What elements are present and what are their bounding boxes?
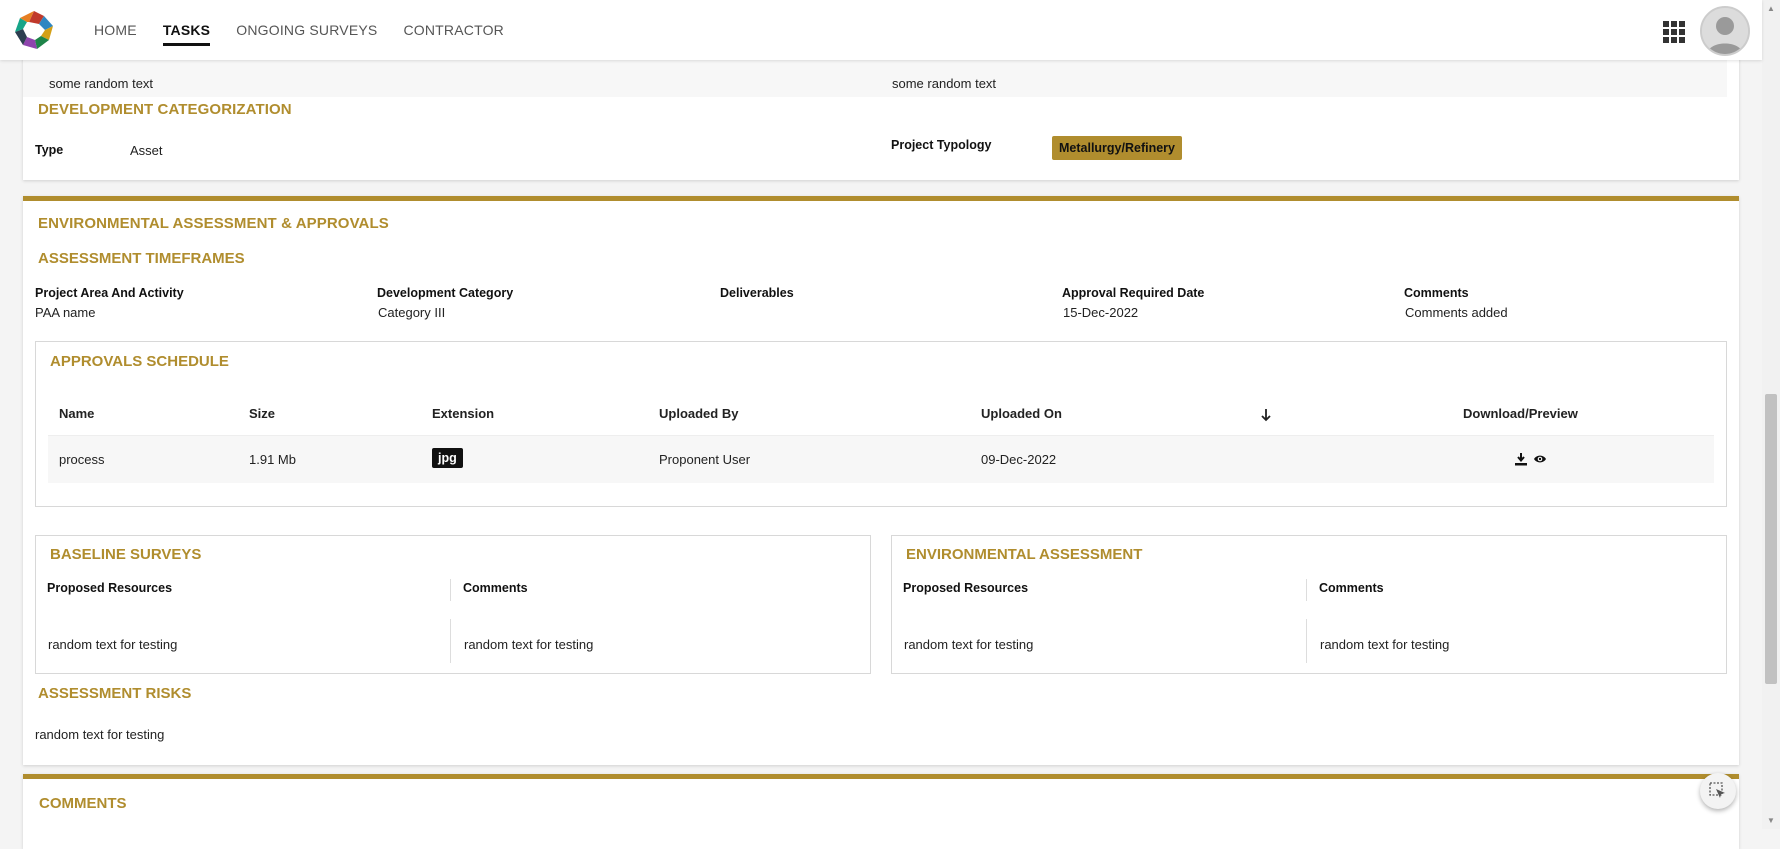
col-header-size[interactable]: Size — [249, 406, 275, 421]
main-nav: HOME TASKS ONGOING SURVEYS CONTRACTOR — [94, 0, 504, 60]
assessment-risks-title: ASSESSMENT RISKS — [38, 685, 192, 702]
cursor-select-icon — [1709, 782, 1725, 798]
tf-value-development-category: Category III — [378, 305, 446, 320]
envassess-col-proposed-resources: Proposed Resources — [903, 581, 1029, 595]
tf-value-comments: Comments added — [1405, 305, 1508, 320]
project-typology-label: Project Typology — [891, 138, 992, 152]
tf-label-project-area: Project Area And Activity — [35, 286, 184, 300]
environmental-assessment-card: ENVIRONMENTAL ASSESSMENT & APPROVALS ASS… — [23, 196, 1739, 765]
cell-uploaded-on: 09-Dec-2022 — [981, 452, 1057, 467]
user-avatar[interactable] — [1700, 6, 1750, 56]
apps-grid-icon[interactable] — [1663, 21, 1685, 43]
tf-label-comments: Comments — [1404, 286, 1469, 300]
nav-contractor[interactable]: CONTRACTOR — [403, 14, 504, 46]
nav-home[interactable]: HOME — [94, 14, 137, 46]
project-typology-badge: Metallurgy/Refinery — [1052, 136, 1183, 160]
col-header-uploaded-by[interactable]: Uploaded By — [659, 406, 738, 421]
scroll-up-arrow-icon[interactable]: ▲ — [1767, 4, 1775, 13]
envassess-col-divider — [1306, 579, 1307, 601]
page-scrollbar[interactable]: ▲ ▼ — [1762, 0, 1780, 829]
baseline-value-resources: random text for testing — [48, 637, 178, 652]
scroll-down-arrow-icon[interactable]: ▼ — [1767, 816, 1775, 825]
nav-ongoing-surveys[interactable]: ONGOING SURVEYS — [236, 14, 377, 46]
tf-value-approval-date: 15-Dec-2022 — [1063, 305, 1139, 320]
col-header-uploaded-on[interactable]: Uploaded On — [981, 406, 1062, 421]
tf-label-deliverables: Deliverables — [720, 286, 794, 300]
tf-label-approval-date: Approval Required Date — [1062, 286, 1205, 300]
environmental-assessment-title: ENVIRONMENTAL ASSESSMENT & APPROVALS — [38, 215, 389, 232]
development-categorization-title: DEVELOPMENT CATEGORIZATION — [38, 101, 292, 118]
details-left-value: some random text — [49, 76, 154, 91]
col-header-download-preview: Download/Preview — [1463, 406, 1578, 421]
baseline-row-divider — [450, 619, 451, 663]
cell-uploaded-by: Proponent User — [659, 452, 751, 467]
table-row: process 1.91 Mb jpg Proponent User 09-De… — [48, 435, 1714, 483]
scrollbar-thumb[interactable] — [1765, 394, 1777, 684]
envassess-value-comments: random text for testing — [1320, 637, 1450, 652]
baseline-col-divider — [450, 579, 451, 601]
download-icon[interactable] — [1514, 452, 1528, 466]
details-right-value: some random text — [892, 76, 997, 91]
approvals-schedule-title: APPROVALS SCHEDULE — [50, 353, 229, 370]
tf-value-project-area: PAA name — [35, 305, 96, 320]
col-header-name[interactable]: Name — [59, 406, 94, 421]
comments-title: COMMENTS — [39, 795, 127, 812]
envassess-col-comments: Comments — [1319, 581, 1384, 595]
baseline-value-comments: random text for testing — [464, 637, 594, 652]
approvals-schedule-box: APPROVALS SCHEDULE Name Size Extension U… — [35, 341, 1727, 507]
baseline-col-proposed-resources: Proposed Resources — [47, 581, 173, 595]
cell-extension-badge: jpg — [432, 448, 463, 468]
floating-action-button[interactable] — [1700, 773, 1736, 809]
details-strip: some random text some random text — [23, 60, 1727, 97]
tf-label-development-category: Development Category — [377, 286, 514, 300]
environmental-assessment-subtitle: ENVIRONMENTAL ASSESSMENT — [906, 546, 1143, 563]
nav-tasks[interactable]: TASKS — [162, 14, 211, 46]
assessment-risks-value: random text for testing — [35, 727, 165, 742]
type-label: Type — [35, 143, 64, 157]
envassess-value-resources: random text for testing — [904, 637, 1034, 652]
comments-card: COMMENTS — [23, 774, 1739, 849]
arrow-down-icon[interactable] — [1259, 408, 1273, 422]
cell-size: 1.91 Mb — [249, 452, 296, 467]
baseline-surveys-box: BASELINE SURVEYS Proposed Resources Comm… — [35, 535, 871, 674]
col-header-extension[interactable]: Extension — [432, 406, 494, 421]
baseline-col-comments: Comments — [463, 581, 528, 595]
environmental-assessment-box: ENVIRONMENTAL ASSESSMENT Proposed Resour… — [891, 535, 1727, 674]
type-value: Asset — [130, 143, 163, 158]
eye-icon[interactable] — [1533, 452, 1547, 466]
baseline-surveys-title: BASELINE SURVEYS — [50, 546, 202, 563]
project-details-card: some random text some random text DEVELO… — [23, 50, 1739, 180]
app-logo[interactable] — [13, 10, 55, 50]
top-navbar: HOME TASKS ONGOING SURVEYS CONTRACTOR — [0, 0, 1762, 60]
user-avatar-icon — [1702, 8, 1748, 54]
assessment-timeframes-title: ASSESSMENT TIMEFRAMES — [38, 250, 245, 267]
cell-name: process — [59, 452, 105, 467]
envassess-row-divider — [1306, 619, 1307, 663]
